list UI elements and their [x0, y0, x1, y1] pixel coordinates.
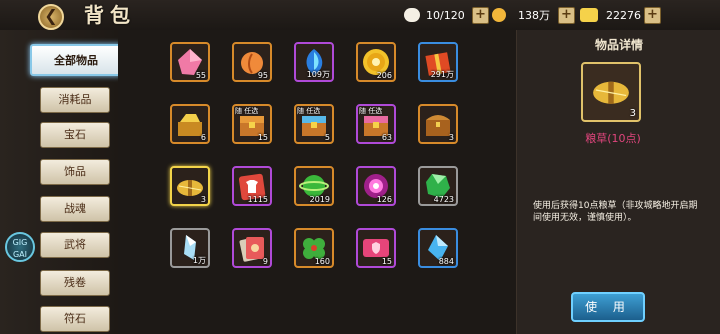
add-silver-button[interactable]: +	[558, 7, 575, 24]
add-capacity-button[interactable]: +	[472, 7, 489, 24]
silver-stat: 138万 +	[492, 7, 575, 24]
inventory-grid: 55 95 109万 206 291万 6 随 任选 15 随 任选 5 随 任…	[118, 30, 516, 334]
item-slot-red-shirt-card[interactable]: 1115	[232, 166, 272, 206]
silver-coin-icon	[492, 8, 506, 22]
silver-value: 138万	[518, 9, 550, 22]
item-count: 1万	[192, 256, 206, 265]
top-bar: ❮ 背包 10/120 + 138万 + 22276 +	[0, 0, 720, 31]
item-count: 9	[262, 257, 268, 266]
page-title: 背包	[84, 3, 136, 27]
tab-accessories[interactable]: 饰品	[40, 159, 110, 185]
capacity-value: 10/120	[426, 9, 465, 22]
detail-item-slot: 3	[581, 62, 641, 122]
grain-bundle-icon	[593, 81, 629, 104]
item-count: 126	[376, 195, 392, 204]
capacity-stat: 10/120 +	[404, 7, 489, 24]
event-badge-icon[interactable]: GIG GAI	[5, 232, 35, 262]
item-count: 291万	[430, 70, 454, 79]
item-count: 109万	[306, 70, 330, 79]
item-count: 2019	[309, 195, 330, 204]
item-count: 63	[381, 133, 392, 142]
add-gold-button[interactable]: +	[644, 7, 661, 24]
item-slot-gold-bar-chest[interactable]: 6	[170, 104, 210, 144]
item-tag: 随 任选	[359, 107, 383, 115]
item-slot-protection-card[interactable]: 15	[356, 228, 396, 268]
item-slot-grain-bundle[interactable]: 3	[170, 166, 210, 206]
item-slot-red-gift-box[interactable]: 291万	[418, 42, 458, 82]
item-count: 95	[257, 71, 268, 80]
gold-value: 22276	[606, 9, 641, 22]
detail-item-description: 使用后获得10点粮草（非攻城略地开启期间使用无效，谨慎使用）。	[533, 201, 698, 223]
item-slot-blue-crystal[interactable]: 109万	[294, 42, 334, 82]
item-slot-peach[interactable]: 95	[232, 42, 272, 82]
item-slot-pink-gem[interactable]: 55	[170, 42, 210, 82]
gold-stat: 22276 +	[580, 7, 661, 24]
item-slot-gold-coin[interactable]: 206	[356, 42, 396, 82]
tab-all-items[interactable]: 全部物品	[30, 44, 122, 76]
item-slot-green-gem[interactable]: 4723	[418, 166, 458, 206]
item-count: 206	[376, 71, 392, 80]
item-count: 5	[324, 133, 330, 142]
tab-rune-stones[interactable]: 符石	[40, 306, 110, 332]
item-slot-green-clover[interactable]: 160	[294, 228, 334, 268]
item-count: 3	[448, 133, 454, 142]
item-count: 15	[381, 257, 392, 266]
item-count: 3	[200, 195, 206, 204]
tab-war-souls[interactable]: 战魂	[40, 196, 110, 222]
item-slot-wooden-chest[interactable]: 3	[418, 104, 458, 144]
tab-consumables[interactable]: 消耗品	[40, 87, 110, 113]
item-detail-panel: 物品详情 3 粮草(10点) 使用后获得10点粮草（非攻城略地开启期间使用无效，…	[516, 30, 720, 334]
tab-gems[interactable]: 宝石	[40, 122, 110, 148]
item-count: 4723	[433, 195, 454, 204]
category-sidebar: 全部物品 消耗品 宝石 饰品 战魂 武将 残卷 符石 GIG GAI	[0, 30, 122, 334]
detail-item-count: 3	[629, 108, 636, 119]
item-tag: 随 任选	[297, 107, 321, 115]
item-slot-pink-energy-orb[interactable]: 126	[356, 166, 396, 206]
item-count: 160	[314, 257, 330, 266]
back-arrow-icon[interactable]: ❮	[38, 4, 64, 30]
capacity-icon	[404, 8, 420, 22]
item-slot-optional-chest-1[interactable]: 随 任选 15	[232, 104, 272, 144]
use-button[interactable]: 使 用	[571, 292, 645, 322]
item-count: 15	[257, 133, 268, 142]
item-slot-green-orb[interactable]: 2019	[294, 166, 334, 206]
gold-ingot-icon	[580, 8, 598, 22]
item-count: 55	[195, 71, 206, 80]
item-count: 6	[200, 133, 206, 142]
item-slot-card-pack[interactable]: 9	[232, 228, 272, 268]
item-slot-optional-chest-2[interactable]: 随 任选 5	[294, 104, 334, 144]
item-slot-blue-crystal-shard[interactable]: 884	[418, 228, 458, 268]
tab-generals[interactable]: 武将	[40, 232, 110, 258]
item-slot-blue-shard[interactable]: 1万	[170, 228, 210, 268]
tab-fragments[interactable]: 残卷	[40, 270, 110, 296]
item-count: 1115	[247, 195, 268, 204]
item-tag: 随 任选	[235, 107, 259, 115]
item-count: 884	[438, 257, 454, 266]
detail-item-name: 粮草(10点)	[585, 132, 641, 145]
detail-title: 物品详情	[594, 38, 643, 52]
item-slot-optional-chest-3[interactable]: 随 任选 63	[356, 104, 396, 144]
